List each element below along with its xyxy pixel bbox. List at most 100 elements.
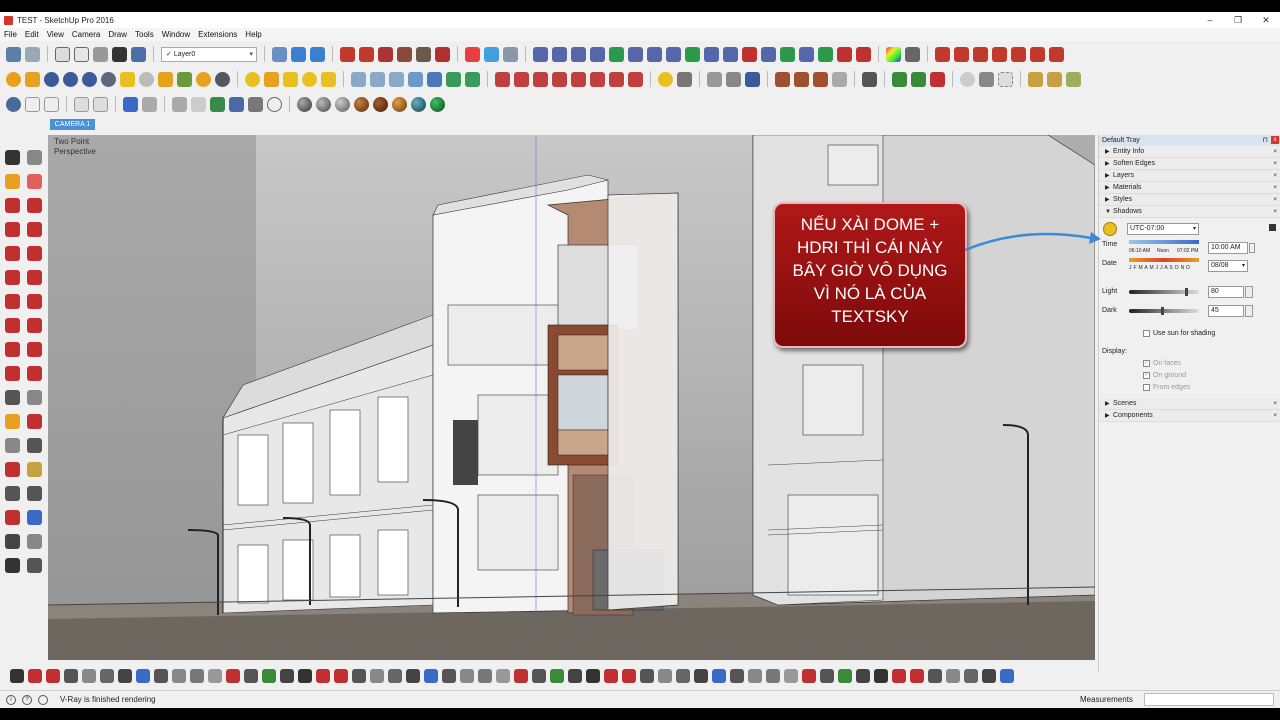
- bottom-tool-icon[interactable]: [154, 669, 168, 683]
- curve-tool-icon[interactable]: [685, 46, 700, 62]
- offset-tool-icon[interactable]: [27, 366, 42, 381]
- dimension-icon[interactable]: [229, 96, 244, 112]
- bottom-tool-icon[interactable]: [568, 669, 582, 683]
- view-top-icon[interactable]: [25, 46, 40, 62]
- zoom-tool-icon[interactable]: [5, 486, 20, 501]
- bottom-tool-icon[interactable]: [190, 669, 204, 683]
- curve-tool-icon[interactable]: [723, 46, 738, 62]
- use-sun-checkbox[interactable]: [1143, 330, 1150, 337]
- close-icon[interactable]: x: [1271, 136, 1279, 144]
- hidden-line-style-icon[interactable]: [93, 46, 108, 62]
- curve-tool-icon[interactable]: [571, 46, 586, 62]
- zoom-icon[interactable]: [310, 46, 325, 62]
- bottom-tool-icon[interactable]: [910, 669, 924, 683]
- menu-view[interactable]: View: [43, 30, 68, 39]
- vray-dome-light-icon[interactable]: [215, 71, 230, 87]
- circle-tool-icon[interactable]: [837, 46, 852, 62]
- light-bulb-icon[interactable]: [245, 71, 260, 87]
- menu-tools[interactable]: Tools: [131, 30, 158, 39]
- bottom-tool-icon[interactable]: [640, 669, 654, 683]
- solid-trim-icon[interactable]: [378, 46, 393, 62]
- on-ground-checkbox[interactable]: ✓: [1143, 372, 1150, 379]
- on-faces-checkbox[interactable]: ✓: [1143, 360, 1150, 367]
- bottom-tool-icon[interactable]: [892, 669, 906, 683]
- follow-me-tool-icon[interactable]: [27, 342, 42, 357]
- fredo-tool-icon[interactable]: [609, 71, 624, 87]
- select-tool-icon[interactable]: [5, 150, 20, 165]
- curve-tool-icon[interactable]: [704, 46, 719, 62]
- component-tool-icon[interactable]: [27, 150, 42, 165]
- component-icon[interactable]: [123, 96, 138, 112]
- line-tool-icon[interactable]: [5, 198, 20, 213]
- shape-tool-icon[interactable]: [446, 71, 461, 87]
- bottom-tool-icon[interactable]: [100, 669, 114, 683]
- menu-help[interactable]: Help: [241, 30, 265, 39]
- array-tool-icon[interactable]: [935, 46, 950, 62]
- time-spinner[interactable]: [1249, 243, 1255, 253]
- close-icon[interactable]: ×: [1273, 182, 1277, 194]
- share-model-icon[interactable]: [484, 46, 499, 62]
- time-slider[interactable]: [1129, 240, 1199, 244]
- bottom-tool-icon[interactable]: [514, 669, 528, 683]
- arc-tool-icon[interactable]: [5, 270, 20, 285]
- tray-section-styles[interactable]: ▶ Styles ×: [1099, 194, 1280, 206]
- vray-interactive-icon[interactable]: [44, 71, 59, 87]
- shaded-style-icon[interactable]: [112, 46, 127, 62]
- tray-section-entity-info[interactable]: ▶ Entity Info ×: [1099, 146, 1280, 158]
- bottom-tool-icon[interactable]: [874, 669, 888, 683]
- tray-section-components[interactable]: ▶ Components ×: [1099, 410, 1280, 422]
- light-tool-icon[interactable]: [283, 71, 298, 87]
- scene-tab-camera-1[interactable]: CAMERA 1: [50, 119, 95, 130]
- solid-subtract-icon[interactable]: [359, 46, 374, 62]
- wireframe-style-icon[interactable]: [74, 46, 89, 62]
- key-tool-icon[interactable]: [818, 46, 833, 62]
- shape-tool-icon[interactable]: [427, 71, 442, 87]
- section-tool-icon[interactable]: [27, 558, 42, 573]
- bottom-tool-icon[interactable]: [262, 669, 276, 683]
- fredo-tool-icon[interactable]: [571, 71, 586, 87]
- light-slider[interactable]: [1129, 290, 1199, 294]
- arc-3-tool-icon[interactable]: [27, 294, 42, 309]
- open-file-icon[interactable]: [44, 96, 59, 112]
- bottom-tool-icon[interactable]: [928, 669, 942, 683]
- push-pull-tool-icon[interactable]: [27, 318, 42, 333]
- coin-tool-icon[interactable]: [658, 71, 673, 87]
- color-palette-icon[interactable]: [886, 46, 901, 62]
- walk-tool-icon[interactable]: [5, 558, 20, 573]
- bottom-tool-icon[interactable]: [136, 669, 150, 683]
- tray-section-materials[interactable]: ▶ Materials ×: [1099, 182, 1280, 194]
- rotate-tool-icon[interactable]: [5, 342, 20, 357]
- curve-tool-icon[interactable]: [533, 46, 548, 62]
- scale-tool-icon[interactable]: [5, 366, 20, 381]
- circle-tool-icon[interactable]: [5, 246, 20, 261]
- tray-section-soften-edges[interactable]: ▶ Soften Edges ×: [1099, 158, 1280, 170]
- bottom-tool-icon[interactable]: [82, 669, 96, 683]
- bottom-tool-icon[interactable]: [244, 669, 258, 683]
- orbit-icon[interactable]: [272, 46, 287, 62]
- bottom-tool-icon[interactable]: [118, 669, 132, 683]
- look-around-tool-icon[interactable]: [27, 534, 42, 549]
- bottom-tool-icon[interactable]: [46, 669, 60, 683]
- dark-field[interactable]: 45: [1208, 305, 1244, 317]
- material-sphere-icon[interactable]: [354, 96, 369, 112]
- view-iso-icon[interactable]: [6, 46, 21, 62]
- export-icon[interactable]: [191, 96, 206, 112]
- light-tool-icon[interactable]: [264, 71, 279, 87]
- menu-extensions[interactable]: Extensions: [194, 30, 241, 39]
- material-sphere-icon[interactable]: [373, 96, 388, 112]
- light-tool-icon[interactable]: [321, 71, 336, 87]
- vray-rt-icon[interactable]: [63, 71, 78, 87]
- shape-tool-icon[interactable]: [389, 71, 404, 87]
- vray-light-icon[interactable]: [120, 71, 135, 87]
- vray-sphere-light-icon[interactable]: [139, 71, 154, 87]
- plant-tool-icon[interactable]: [911, 71, 926, 87]
- menu-draw[interactable]: Draw: [104, 30, 131, 39]
- import-icon[interactable]: [210, 96, 225, 112]
- settings-icon[interactable]: [960, 71, 975, 87]
- vray-omni-light-icon[interactable]: [196, 71, 211, 87]
- bottom-tool-icon[interactable]: [442, 669, 456, 683]
- curve-tool-icon[interactable]: [552, 46, 567, 62]
- shape-tool-icon[interactable]: [370, 71, 385, 87]
- layout-icon[interactable]: [172, 96, 187, 112]
- circle-tool-icon[interactable]: [628, 46, 643, 62]
